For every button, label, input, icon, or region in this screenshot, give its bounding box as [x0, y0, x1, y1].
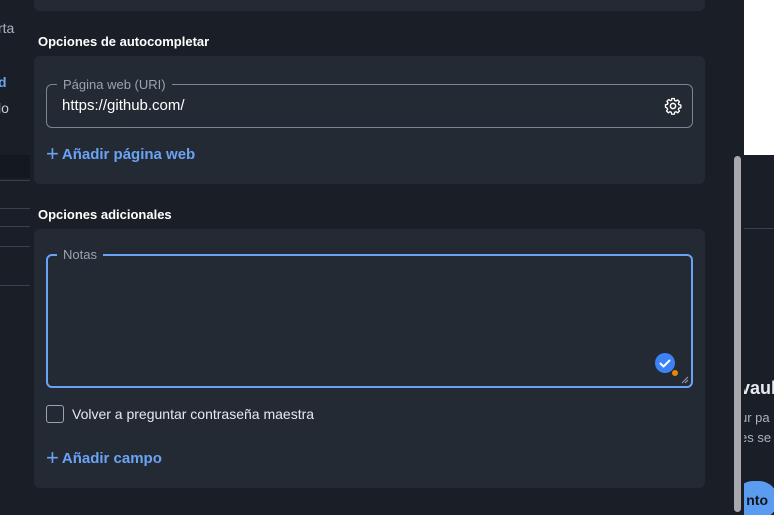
uri-input[interactable]: https://github.com/: [62, 97, 185, 114]
background-heading: vaul: [740, 378, 774, 398]
plus-icon: +: [46, 141, 59, 166]
uri-field-label: Página web (URI): [57, 77, 172, 93]
plus-icon: +: [46, 445, 59, 470]
background-page-left: rta d lo: [0, 0, 30, 515]
divider: [0, 246, 30, 247]
background-text: es se: [740, 430, 772, 445]
scrollbar[interactable]: [730, 0, 744, 515]
add-field-button[interactable]: + Añadir campo: [46, 445, 162, 470]
status-dot: [671, 369, 679, 377]
reprompt-checkbox[interactable]: [46, 405, 64, 423]
add-field-label: Añadir campo: [61, 449, 162, 467]
notes-field[interactable]: Notas: [46, 247, 693, 388]
item-edit-dialog: Opciones de autocompletar Página web (UR…: [30, 0, 744, 515]
add-website-label: Añadir página web: [61, 145, 196, 163]
divider: [0, 180, 30, 181]
reprompt-label: Volver a preguntar contraseña maestra: [72, 406, 315, 422]
resize-handle-icon[interactable]: [681, 376, 689, 384]
divider: [0, 208, 30, 209]
background-white-area: [744, 0, 774, 155]
reprompt-option[interactable]: Volver a preguntar contraseña maestra: [46, 405, 314, 423]
background-band: [0, 155, 30, 178]
divider: [744, 228, 774, 229]
background-text: rta: [0, 20, 15, 36]
divider: [0, 285, 30, 286]
uri-field[interactable]: Página web (URI) https://github.com/: [46, 77, 693, 128]
background-page-right: vaul ur pa es se nto: [734, 0, 774, 515]
notes-field-label: Notas: [57, 247, 103, 263]
add-website-button[interactable]: + Añadir página web: [46, 141, 196, 166]
autofill-section-title: Opciones de autocompletar: [38, 34, 210, 49]
background-text: ur pa: [740, 410, 770, 425]
background-text: lo: [0, 100, 9, 116]
gear-icon[interactable]: [664, 97, 682, 115]
autofill-card: Página web (URI) https://github.com/ + A…: [34, 56, 705, 184]
additional-section-title: Opciones adicionales: [38, 207, 172, 222]
additional-card: Notas Volver a preguntar contraseña maes…: [34, 229, 705, 488]
divider: [0, 226, 30, 227]
scrollbar-thumb[interactable]: [734, 156, 741, 512]
background-link: d: [0, 74, 7, 90]
previous-section-card: [34, 0, 705, 11]
